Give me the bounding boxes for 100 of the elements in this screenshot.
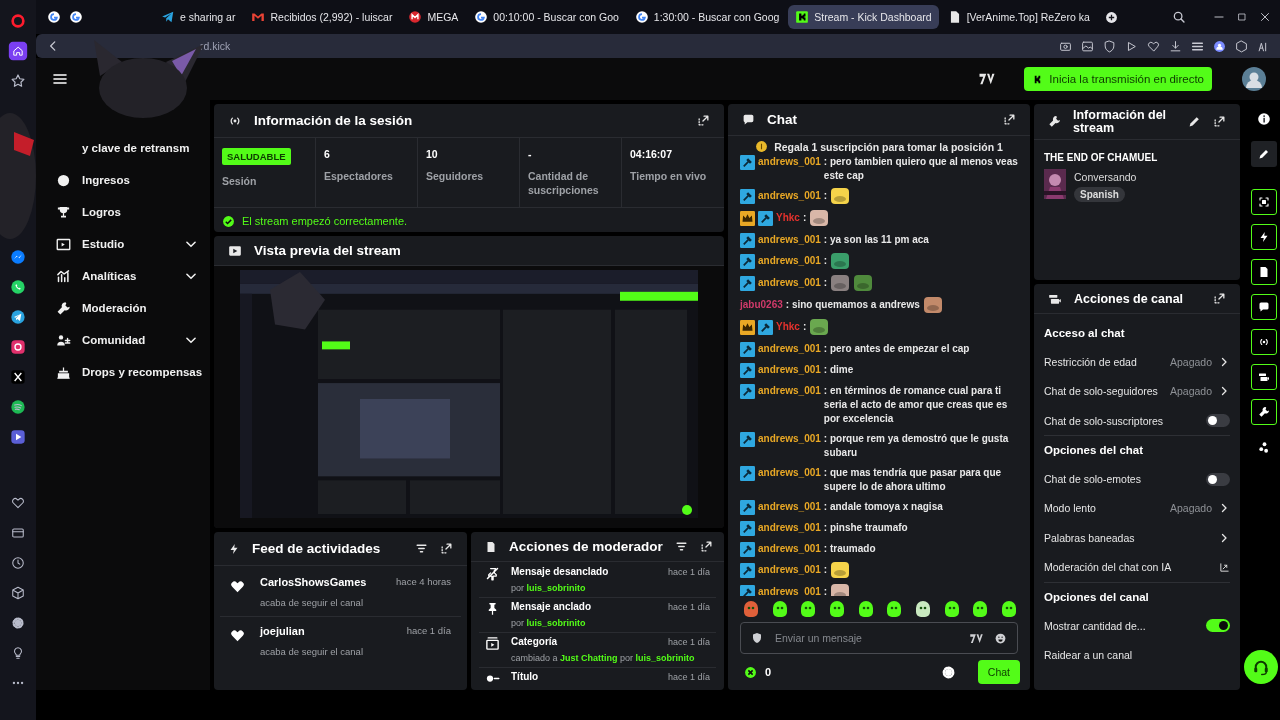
sidebar-item[interactable]: Estudio — [36, 228, 210, 260]
setting-label[interactable]: Moderación del chat con IA — [1044, 561, 1213, 573]
opera-icon[interactable] — [10, 13, 26, 29]
popout-icon[interactable] — [1213, 115, 1226, 128]
popout-icon[interactable] — [699, 540, 713, 553]
chat-username[interactable]: andrews_001 — [758, 466, 821, 480]
cube-icon[interactable] — [1235, 39, 1248, 53]
sidebar-item[interactable]: Drops y recompensas — [36, 356, 210, 388]
setting-label[interactable]: Palabras baneadas — [1044, 531, 1212, 544]
emote-icon[interactable] — [913, 600, 932, 618]
emote-icon[interactable] — [999, 600, 1018, 618]
message-input-field[interactable]: Enviar un mensaje — [773, 631, 959, 645]
telegram-icon[interactable] — [10, 309, 26, 325]
panel-toggle-button[interactable] — [1251, 399, 1277, 425]
setting-value[interactable]: Apagado — [1169, 385, 1212, 398]
heart-outline-icon[interactable] — [11, 496, 25, 510]
setting-value[interactable]: Apagado — [1169, 355, 1212, 368]
sidebar-item[interactable]: Ingresos — [36, 164, 210, 196]
emote-icon[interactable] — [971, 600, 990, 618]
filter-icon[interactable] — [674, 540, 688, 553]
panel-toggle-button[interactable] — [1251, 189, 1277, 215]
toggle-switch[interactable] — [1206, 472, 1230, 486]
message-composer[interactable]: Enviar un mensaje — [740, 622, 1018, 654]
cube-icon[interactable] — [11, 586, 25, 600]
emote-icon[interactable] — [856, 600, 875, 618]
panel-toggle-button[interactable] — [1251, 329, 1277, 355]
sidebar-item[interactable]: Moderación — [36, 292, 210, 324]
image-icon[interactable] — [1081, 39, 1094, 53]
close-icon[interactable] — [1258, 10, 1272, 24]
category-name[interactable]: Conversando — [1074, 171, 1137, 183]
sidebar-item[interactable]: Analíticas — [36, 260, 210, 292]
avatar-icon[interactable] — [1242, 67, 1266, 91]
chat-username[interactable]: andrews_001 — [758, 432, 821, 446]
chat-username[interactable]: andrews_001 — [758, 155, 821, 169]
panel-toggle-button[interactable] — [1251, 294, 1277, 320]
play-icon[interactable] — [1125, 39, 1138, 53]
sidebar-item[interactable]: y clave de retransm — [36, 132, 210, 164]
sidebar-item[interactable]: Logros — [36, 196, 210, 228]
emote-icon[interactable] — [885, 600, 904, 618]
edit-icon[interactable] — [1188, 115, 1201, 128]
heart-icon[interactable] — [1147, 39, 1160, 53]
address-field[interactable]: rd.kick — [200, 40, 231, 52]
chat-username[interactable]: andrews_001 — [758, 585, 821, 596]
emote-icon[interactable] — [827, 600, 846, 618]
emote-icon[interactable] — [799, 600, 818, 618]
home-icon[interactable] — [8, 41, 28, 61]
external-link-icon[interactable] — [1219, 561, 1230, 573]
browser-tab[interactable]: 1:30:00 - Buscar con Goog — [627, 5, 787, 29]
browser-tab[interactable]: [VerAnime.Top] ReZero ka — [940, 5, 1097, 29]
panel-toggle-button[interactable] — [1251, 259, 1277, 285]
instagram-icon[interactable] — [10, 339, 26, 355]
setting-value[interactable]: Apagado — [1169, 502, 1212, 515]
chat-username[interactable]: Yhkc — [776, 320, 800, 334]
toggle-switch[interactable] — [1206, 414, 1230, 428]
filter-icon[interactable] — [415, 542, 428, 555]
browser-tab[interactable]: Recibidos (2,992) - luiscar — [244, 5, 400, 29]
emoji-icon[interactable] — [994, 631, 1007, 645]
menu-icon[interactable] — [52, 71, 68, 87]
popout-icon[interactable] — [1003, 113, 1016, 126]
chat-username[interactable]: andrews_001 — [758, 521, 821, 535]
browser-tab[interactable]: MEGA — [401, 5, 466, 29]
x-icon[interactable] — [10, 369, 26, 385]
settings-icon[interactable] — [11, 616, 25, 630]
clock-icon[interactable] — [11, 556, 25, 570]
emote-icon[interactable] — [942, 600, 961, 618]
person-icon[interactable] — [1213, 39, 1226, 53]
chat-username[interactable]: andrews_001 — [758, 276, 821, 290]
download-icon[interactable] — [1169, 39, 1182, 53]
browser-tab[interactable]: 00:10:00 - Buscar con Goo — [467, 5, 626, 29]
chat-username[interactable]: jabu0263 — [740, 298, 783, 312]
browser-tab[interactable]: Stream - Kick Dashboard — [788, 5, 939, 29]
chat-username[interactable]: andrews_001 — [758, 233, 821, 247]
whatsapp-icon[interactable] — [10, 279, 26, 295]
chat-username[interactable]: andrews_001 — [758, 542, 821, 556]
panel-toggle-button[interactable] — [1251, 224, 1277, 250]
chat-username[interactable]: andrews_001 — [758, 384, 821, 398]
bulb-icon[interactable] — [11, 646, 25, 660]
popout-icon[interactable] — [697, 114, 710, 127]
browser-tab[interactable]: e sharing ar — [154, 5, 243, 29]
star-icon[interactable] — [10, 73, 26, 89]
sidebar-item[interactable]: Comunidad — [36, 324, 210, 356]
popout-icon[interactable] — [440, 542, 453, 555]
help-button[interactable] — [1244, 650, 1278, 684]
play-icon[interactable] — [10, 429, 26, 445]
settings-icon[interactable] — [940, 664, 956, 680]
spotify-icon[interactable] — [10, 399, 26, 415]
emote-icon[interactable] — [770, 600, 789, 618]
panel-toggle-button[interactable] — [1251, 364, 1277, 390]
chat-username[interactable]: andrews_001 — [758, 500, 821, 514]
messenger-icon[interactable] — [10, 249, 26, 265]
new-tab-icon[interactable] — [1104, 10, 1118, 24]
box-icon[interactable] — [11, 526, 25, 540]
popout-icon[interactable] — [1213, 292, 1226, 305]
maximize-icon[interactable] — [1236, 11, 1248, 23]
chat-username[interactable]: andrews_001 — [758, 254, 821, 268]
search-icon[interactable] — [1172, 10, 1186, 24]
send-chat-button[interactable]: Chat — [977, 660, 1020, 684]
chat-username[interactable]: andrews_001 — [758, 342, 821, 356]
cluster-icon[interactable] — [1257, 440, 1271, 454]
shield-icon[interactable] — [1103, 39, 1116, 53]
